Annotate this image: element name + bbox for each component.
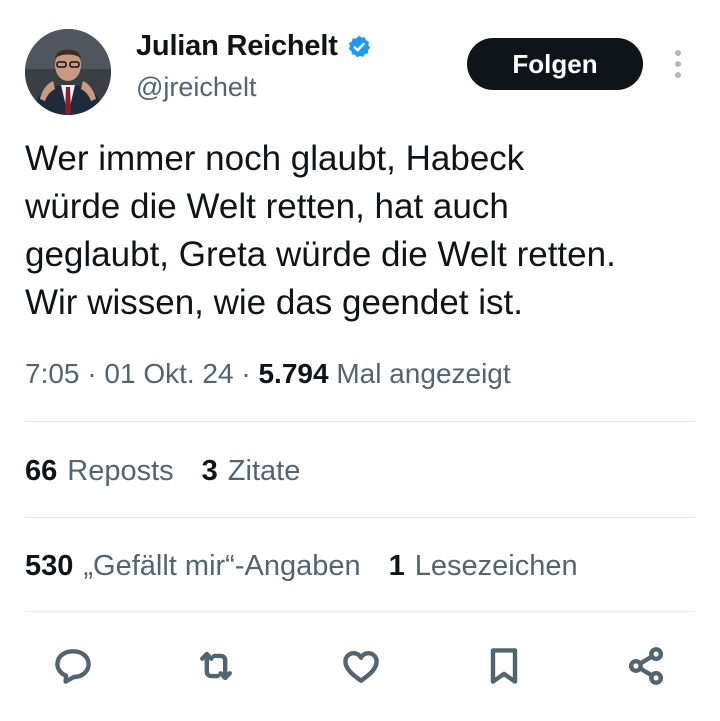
likes-label: „Gefällt mir“-Angaben <box>83 550 361 582</box>
tweet-time[interactable]: 7:05 <box>25 358 80 389</box>
views-label: Mal angezeigt <box>336 358 511 389</box>
reposts-stat[interactable]: 66 Reposts <box>25 455 174 488</box>
stats-row-reposts: 66 Reposts 3 Zitate <box>25 455 300 488</box>
views-count: 5.794 <box>258 358 329 389</box>
bookmark-icon[interactable] <box>478 640 530 692</box>
avatar[interactable] <box>25 29 111 115</box>
quotes-label: Zitate <box>227 455 301 487</box>
divider <box>25 611 695 612</box>
likes-count: 530 <box>25 550 74 582</box>
tweet-text-line: geglaubt, Greta würde die Welt retten. <box>25 235 616 274</box>
meta-separator: · <box>79 358 105 389</box>
reposts-count: 66 <box>25 455 58 487</box>
bookmarks-stat[interactable]: 1 Lesezeichen <box>389 550 578 583</box>
tweet-text-line: Wir wissen, wie das geendet ist. <box>25 283 523 322</box>
bookmarks-label: Lesezeichen <box>414 550 578 582</box>
tweet-detail: Julian Reichelt @jreichelt Folgen Wer im… <box>0 0 720 721</box>
tweet-meta: 7:05 · 01 Okt. 24 · 5.794 Mal angezeigt <box>25 358 511 390</box>
like-icon[interactable] <box>335 640 387 692</box>
tweet-date[interactable]: 01 Okt. 24 <box>104 358 233 389</box>
more-vertical-icon[interactable] <box>664 46 692 82</box>
follow-button[interactable]: Folgen <box>467 38 643 90</box>
quotes-stat[interactable]: 3 Zitate <box>202 455 301 488</box>
divider <box>25 517 695 518</box>
quotes-count: 3 <box>201 455 218 487</box>
tweet-text: Wer immer noch glaubt, Habeck würde die … <box>25 135 705 327</box>
stats-row-likes: 530 „Gefällt mir“-Angaben 1 Lesezeichen <box>25 550 578 583</box>
divider <box>25 421 695 422</box>
meta-separator: · <box>233 358 259 389</box>
author-handle[interactable]: @jreichelt <box>136 72 256 103</box>
tweet-text-line: würde die Welt retten, hat auch <box>25 187 509 226</box>
author-name-row: Julian Reichelt <box>136 30 372 63</box>
likes-stat[interactable]: 530 „Gefällt mir“-Angaben <box>25 550 361 583</box>
reposts-label: Reposts <box>67 455 174 487</box>
repost-icon[interactable] <box>190 640 242 692</box>
share-icon[interactable] <box>620 640 672 692</box>
reply-icon[interactable] <box>47 640 99 692</box>
bookmarks-count: 1 <box>388 550 405 582</box>
author-name[interactable]: Julian Reichelt <box>136 30 338 63</box>
avatar-image <box>25 29 111 115</box>
verified-badge-icon <box>346 34 372 60</box>
tweet-text-line: Wer immer noch glaubt, Habeck <box>25 139 525 178</box>
